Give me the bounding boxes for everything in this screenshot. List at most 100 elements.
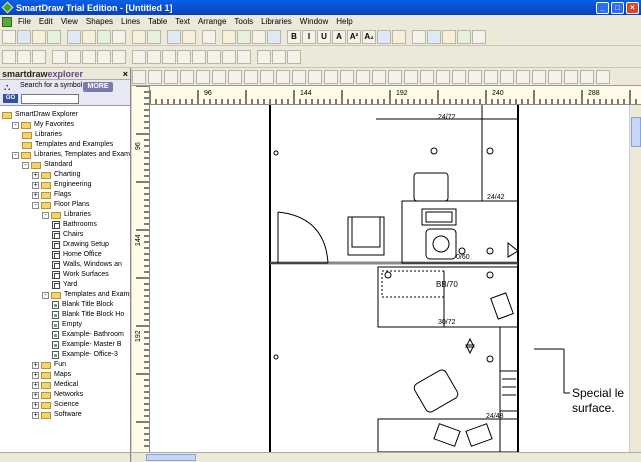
collapse-icon[interactable]: -	[22, 161, 29, 169]
collapse-icon[interactable]: -	[42, 211, 49, 219]
curve-tool-icon[interactable]	[67, 49, 81, 64]
tree-item[interactable]: Blank Title Block Ho	[52, 310, 124, 320]
format-painter-icon[interactable]	[112, 29, 126, 44]
drawing-canvas[interactable]: 24/72 24/42 0/60 BB/70 30/72 24/48 Speci…	[150, 105, 629, 452]
A-tool-icon[interactable]	[32, 49, 46, 64]
pointer-tool-icon[interactable]	[2, 49, 16, 64]
line-style-icon[interactable]	[500, 69, 514, 84]
tree-item[interactable]: - Libraries, Templates and Examples	[12, 150, 130, 160]
line-style-icon[interactable]	[196, 69, 210, 84]
line-style-icon[interactable]	[468, 69, 482, 84]
picture-icon[interactable]	[222, 29, 236, 44]
line-style-icon[interactable]	[564, 69, 578, 84]
document-icon[interactable]	[2, 16, 12, 27]
chart-icon[interactable]	[252, 29, 266, 44]
cloud-tool-icon[interactable]	[257, 49, 271, 64]
paste-icon[interactable]	[97, 29, 111, 44]
tree-item[interactable]: + Charting	[32, 170, 80, 180]
tree-item[interactable]: Templates and Examples	[22, 140, 113, 150]
horizontal-scrollbar[interactable]	[132, 452, 641, 462]
menu-edit[interactable]: Edit	[35, 17, 57, 26]
line-style-icon[interactable]	[212, 69, 226, 84]
line-style-icon[interactable]	[260, 69, 274, 84]
tree-item[interactable]: Walls, Windows an	[52, 260, 122, 270]
tree-item[interactable]: Empty	[52, 320, 82, 330]
circle-tool-icon[interactable]	[177, 49, 191, 64]
tree-item[interactable]: Chairs	[52, 230, 83, 240]
parallelogram-tool-icon[interactable]	[237, 49, 251, 64]
collapse-icon[interactable]: -	[32, 201, 39, 209]
line-style-icon[interactable]	[180, 69, 194, 84]
table-icon[interactable]	[377, 29, 391, 44]
tree-item[interactable]: + Networks	[32, 390, 83, 400]
menu-text[interactable]: Text	[171, 17, 194, 26]
line-style-icon[interactable]	[404, 69, 418, 84]
step-tool-icon[interactable]	[112, 49, 126, 64]
oval-tool-icon[interactable]	[162, 49, 176, 64]
tree-item[interactable]: + Fun	[32, 360, 66, 370]
rect-tool-icon[interactable]	[132, 49, 146, 64]
tree-item[interactable]: Blank Title Block	[52, 300, 113, 310]
rounded-rect-tool-icon[interactable]	[147, 49, 161, 64]
vertical-scrollbar[interactable]	[629, 105, 641, 452]
format-28-icon[interactable]: A₂	[362, 29, 376, 44]
tree-item[interactable]: Work Surfaces	[52, 270, 109, 280]
polygon-tool-icon[interactable]	[287, 49, 301, 64]
text-tool-tool-icon[interactable]	[17, 49, 31, 64]
tree-item[interactable]: - My Favorites	[12, 120, 74, 130]
collapse-icon[interactable]: -	[12, 151, 19, 159]
expand-icon[interactable]: +	[32, 381, 39, 389]
line-style-icon[interactable]	[596, 69, 610, 84]
tree-item[interactable]: - Floor Plans	[32, 200, 89, 210]
line-style-icon[interactable]	[532, 69, 546, 84]
expand-icon[interactable]: +	[32, 191, 39, 199]
help-icon[interactable]	[202, 29, 216, 44]
zoom-in-icon[interactable]	[167, 29, 181, 44]
menu-lines[interactable]: Lines	[117, 17, 144, 26]
explorer-scrollbar[interactable]	[0, 452, 130, 462]
line-style-icon[interactable]	[148, 69, 162, 84]
theme-icon[interactable]	[392, 29, 406, 44]
line-style-icon[interactable]	[164, 69, 178, 84]
expand-icon[interactable]: +	[32, 401, 39, 409]
collapse-icon[interactable]: -	[42, 291, 49, 299]
flip-icon[interactable]	[457, 29, 471, 44]
tree-item[interactable]: Yard	[52, 280, 77, 290]
tree-item[interactable]: + Science	[32, 400, 79, 410]
new-icon[interactable]	[2, 29, 16, 44]
insert-icon[interactable]	[237, 29, 251, 44]
menu-libraries[interactable]: Libraries	[257, 17, 296, 26]
close-button[interactable]: ×	[626, 1, 639, 14]
redo-icon[interactable]	[147, 29, 161, 44]
close-explorer-icon[interactable]: ×	[123, 69, 128, 79]
cut-icon[interactable]	[67, 29, 81, 44]
style2-icon[interactable]	[427, 29, 441, 44]
callout-text-line2[interactable]: surface.	[572, 401, 615, 416]
line-style-icon[interactable]	[548, 69, 562, 84]
tree-item[interactable]: SmartDraw Explorer	[2, 110, 78, 120]
expand-icon[interactable]: +	[32, 371, 39, 379]
tree-item[interactable]: + Flags	[32, 190, 71, 200]
expand-icon[interactable]: +	[32, 171, 39, 179]
more-button[interactable]: MORE	[83, 82, 113, 92]
menu-tools[interactable]: Tools	[230, 17, 257, 26]
format-24-icon[interactable]: I	[302, 29, 316, 44]
tree-item[interactable]: Bathrooms	[52, 220, 97, 230]
menu-shapes[interactable]: Shapes	[82, 17, 117, 26]
rotate-icon[interactable]	[472, 29, 486, 44]
line-style-icon[interactable]	[388, 69, 402, 84]
copy-icon[interactable]	[82, 29, 96, 44]
open-icon[interactable]	[17, 29, 31, 44]
spell-icon[interactable]	[442, 29, 456, 44]
line-style-icon[interactable]	[276, 69, 290, 84]
line-style-icon[interactable]	[228, 69, 242, 84]
tree-item[interactable]: Home Office	[52, 250, 102, 260]
line-style-icon[interactable]	[356, 69, 370, 84]
line-style-icon[interactable]	[244, 69, 258, 84]
menu-arrange[interactable]: Arrange	[194, 17, 230, 26]
expand-icon[interactable]: +	[32, 181, 39, 189]
menu-table[interactable]: Table	[144, 17, 171, 26]
line-style-icon[interactable]	[516, 69, 530, 84]
tree-item[interactable]: Example- Bathroom	[52, 330, 124, 340]
tree-item[interactable]: - Standard	[22, 160, 72, 170]
